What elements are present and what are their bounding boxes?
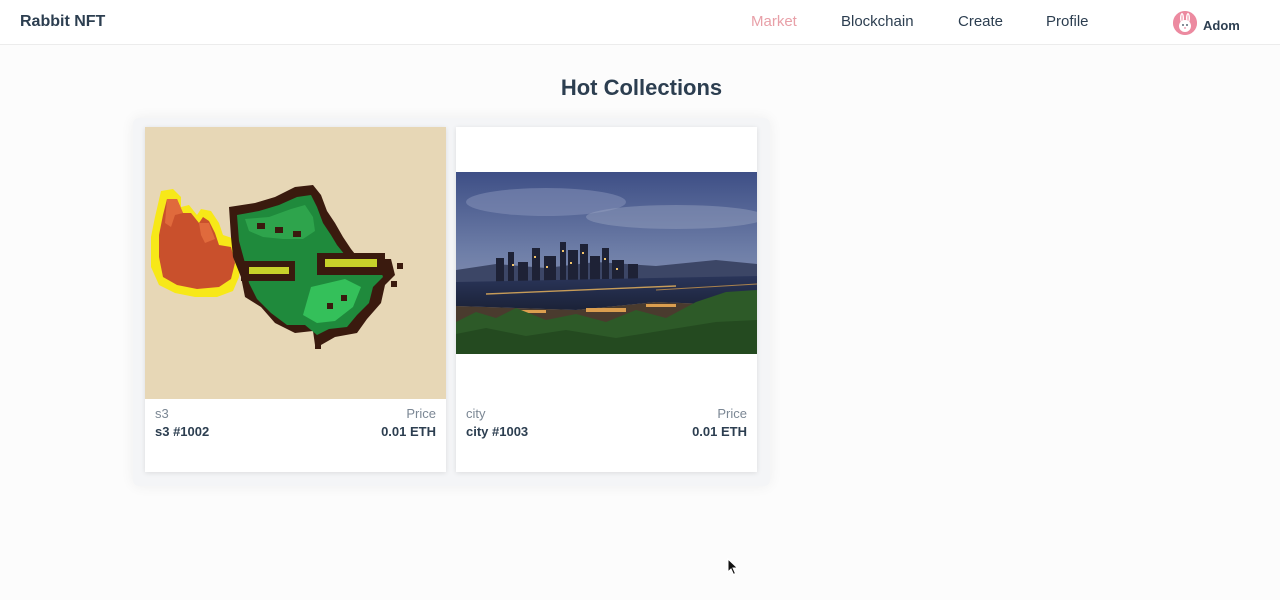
pixel-creature-icon [151, 185, 403, 349]
nft-card[interactable]: city Price city #1003 0.01 ETH [456, 127, 757, 472]
card-price-label: Price [717, 406, 747, 421]
mouse-cursor-icon [727, 558, 739, 576]
page-title: Hot Collections [560, 75, 723, 100]
nav-blockchain[interactable]: Blockchain [841, 13, 914, 30]
card-price-value: 0.01 ETH [381, 424, 436, 439]
city-skyline-image [456, 172, 757, 354]
rabbit-avatar-icon [1173, 11, 1197, 35]
card-collection-name: s3 [155, 406, 169, 421]
card-price-value: 0.01 ETH [692, 424, 747, 439]
card-price-label: Price [406, 406, 436, 421]
nft-image-pixel-art [145, 127, 446, 399]
card-token-name: s3 #1002 [155, 424, 210, 439]
top-navbar: Rabbit NFT Market Blockchain Create Prof… [0, 0, 1280, 45]
nft-card[interactable]: s3 Price s3 #1002 0.01 ETH [145, 127, 446, 472]
card-token-name: city #1003 [466, 424, 529, 439]
card-collection-name: city [466, 406, 486, 421]
nav-create[interactable]: Create [958, 13, 1003, 30]
nav-profile[interactable]: Profile [1046, 13, 1089, 30]
nft-image-city [456, 127, 757, 399]
nav-market[interactable]: Market [751, 13, 797, 30]
username: Adom [1203, 17, 1240, 33]
brand-logo-text[interactable]: Rabbit NFT [20, 13, 105, 31]
user-menu[interactable]: Adom [1173, 11, 1240, 35]
